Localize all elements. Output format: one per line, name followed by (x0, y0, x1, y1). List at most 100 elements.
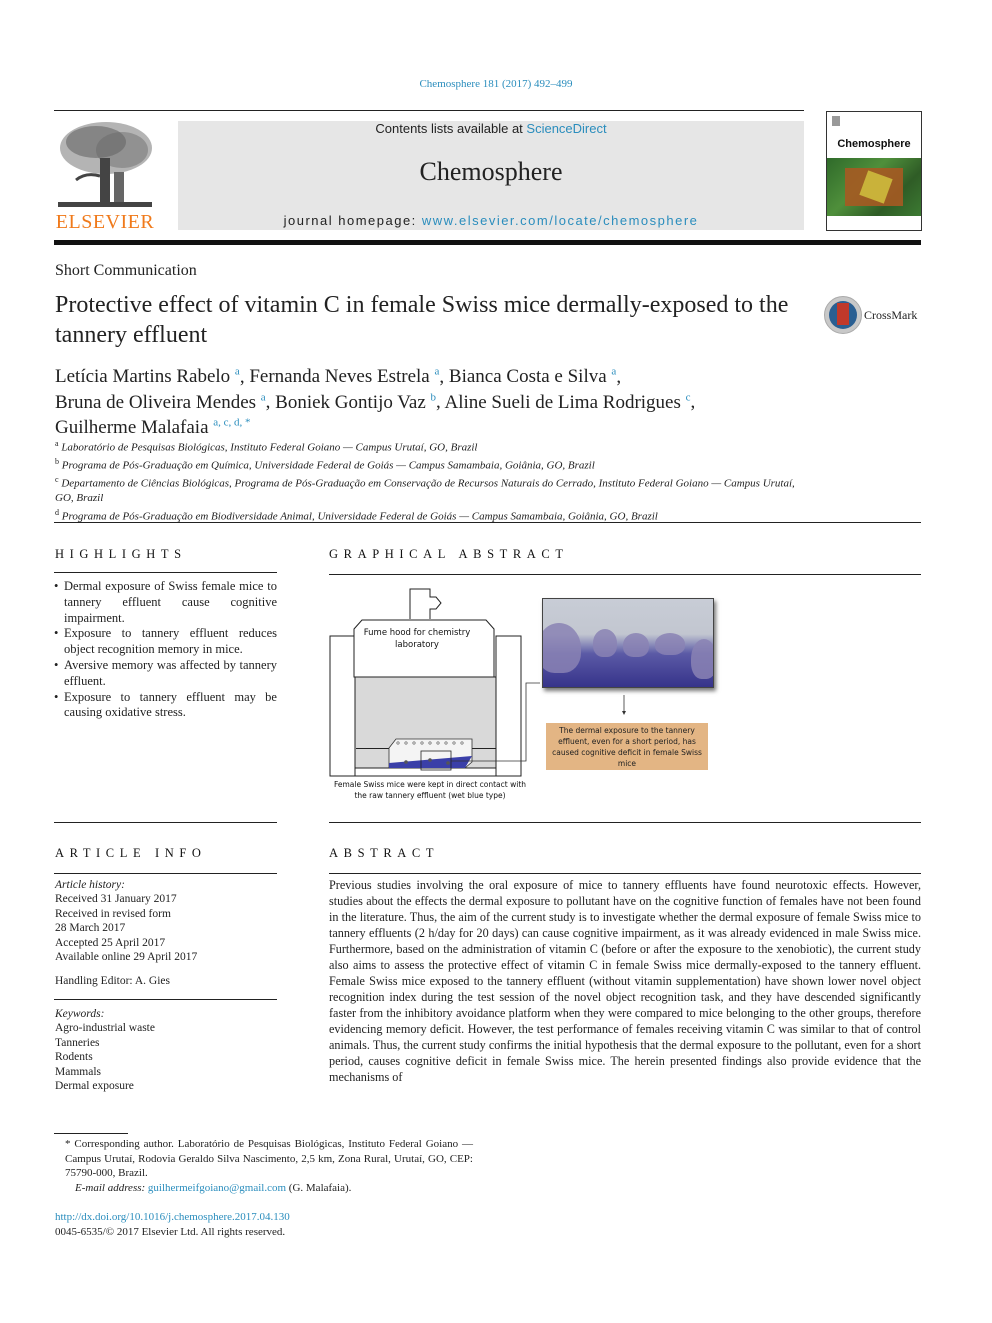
footnote-rule (54, 1133, 128, 1134)
doi-block: http://dx.doi.org/10.1016/j.chemosphere.… (55, 1210, 290, 1240)
author[interactable]: Letícia Martins Rabelo a (55, 366, 240, 387)
elsevier-wordmark: ELSEVIER (55, 211, 155, 233)
handling-editor: Handling Editor: A. Gies (55, 975, 170, 988)
history-entry: 28 March 2017 (55, 922, 126, 935)
mouse-figure (623, 633, 649, 657)
email-label: E-mail address: (75, 1181, 148, 1194)
affil-link[interactable]: a (261, 391, 266, 403)
highlights-list: Dermal exposure of Swiss female mice to … (54, 579, 277, 721)
doi-link[interactable]: http://dx.doi.org/10.1016/j.chemosphere.… (55, 1210, 290, 1225)
email-link[interactable]: guilhermeifgoiano@gmail.com (148, 1182, 286, 1194)
keywords-label: Keywords: (55, 1008, 105, 1020)
cover-title: Chemosphere (837, 138, 911, 150)
graphical-abstract-bottom-rule (329, 822, 921, 823)
elsevier-logo[interactable]: ELSEVIER (52, 118, 158, 234)
affil-link[interactable]: a, c, d, * (213, 417, 250, 429)
keyword: Rodents (55, 1051, 93, 1064)
article-type: Short Communication (55, 262, 197, 279)
history-entry: Received in revised form (55, 907, 171, 920)
cover-elsevier-icon (832, 116, 840, 126)
sciencedirect-link[interactable]: ScienceDirect (526, 121, 606, 136)
header-heavy-rule (54, 240, 921, 245)
keywords: Keywords: Agro-industrial waste Tannerie… (55, 1007, 278, 1093)
corresponding-author-note: * Corresponding author. Laboratório de P… (55, 1137, 473, 1195)
keyword: Dermal exposure (55, 1080, 134, 1093)
corresponding-author: * Corresponding author. Laboratório de P… (65, 1138, 473, 1179)
graphical-abstract-figure[interactable]: Fume hood for chemistry laboratory The d… (326, 585, 726, 805)
highlight-item: Aversive memory was affected by tannery … (54, 658, 277, 690)
article-title: Protective effect of vitamin C in female… (55, 292, 789, 348)
affiliation: b Programa de Pós-Graduação em Química, … (55, 457, 595, 472)
journal-name: Chemosphere (419, 157, 563, 186)
affiliation: a Laboratório de Pesquisas Biológicas, I… (55, 439, 478, 454)
homepage-line: journal homepage: www.elsevier.com/locat… (178, 213, 804, 228)
mouse-figure (593, 629, 617, 657)
crossmark-button[interactable]: CrossMark (824, 296, 934, 336)
mouse-figure (655, 633, 685, 655)
journal-citation[interactable]: Chemosphere 181 (2017) 492–499 (0, 78, 992, 90)
history-entry: Received 31 January 2017 (55, 893, 177, 906)
history-entry: Available online 29 April 2017 (55, 951, 198, 964)
highlight-item: Dermal exposure of Swiss female mice to … (54, 579, 277, 626)
article-info-rule (54, 873, 277, 874)
keywords-rule (54, 999, 277, 1000)
abstract-rule (329, 873, 921, 874)
keyword: Tanneries (55, 1036, 100, 1049)
affil-link[interactable]: a (235, 366, 240, 378)
hood-right-column (495, 635, 522, 777)
homepage-prefix: journal homepage: (283, 213, 422, 228)
homepage-link[interactable]: www.elsevier.com/locate/chemosphere (422, 213, 699, 228)
copyright: 0045-6535/© 2017 Elsevier Ltd. All right… (55, 1226, 286, 1238)
section-divider (54, 522, 921, 523)
journal-cover-thumbnail[interactable]: Chemosphere (826, 111, 922, 231)
author[interactable]: Aline Sueli de Lima Rodrigues c (444, 391, 691, 412)
author[interactable]: Bianca Costa e Silva a (449, 366, 616, 387)
email-line: E-mail address: guilhermeifgoiano@gmail.… (55, 1181, 473, 1196)
mouse-figure (691, 639, 713, 679)
author[interactable]: Bruna de Oliveira Mendes a (55, 391, 266, 412)
journal-banner: Contents lists available at ScienceDirec… (178, 121, 804, 230)
abstract-heading: ABSTRACT (329, 846, 440, 860)
header-top-rule (54, 110, 804, 111)
fume-hood-label: Fume hood for chemistry laboratory (363, 628, 471, 650)
contents-line: Contents lists available at ScienceDirec… (178, 121, 804, 136)
contents-prefix: Contents lists available at (375, 121, 527, 136)
graphical-abstract-rule (329, 574, 921, 575)
abstract-text: Previous studies involving the oral expo… (329, 878, 921, 1084)
affiliation: c Departamento de Ciências Biológicas, P… (55, 475, 795, 505)
affil-link[interactable]: a (435, 366, 440, 378)
history-entry: Accepted 25 April 2017 (55, 936, 166, 949)
highlights-heading: HIGHLIGHTS (55, 547, 187, 561)
affiliations: a Laboratório de Pesquisas Biológicas, I… (55, 437, 815, 524)
author[interactable]: Fernanda Neves Estrela a (249, 366, 439, 387)
crossmark-icon (824, 296, 862, 334)
graphical-abstract-heading: GRAPHICAL ABSTRACT (329, 547, 569, 561)
affil-link[interactable]: c (686, 391, 691, 403)
cage-caption: Female Swiss mice were kept in direct co… (333, 780, 527, 800)
author[interactable]: Guilherme Malafaia a, c, d, * (55, 417, 251, 438)
crossmark-ribbon (837, 303, 849, 325)
affil-link[interactable]: a (611, 366, 616, 378)
highlight-item: Exposure to tannery effluent reduces obj… (54, 626, 277, 658)
cover-leaves-image (827, 158, 921, 216)
highlights-rule (54, 572, 277, 573)
keyword: Agro-industrial waste (55, 1022, 155, 1035)
elsevier-tree-icon (58, 122, 152, 207)
crossmark-label: CrossMark (864, 308, 918, 322)
mouse-figure (543, 623, 581, 673)
hood-left-column (329, 635, 356, 777)
highlight-item: Exposure to tannery effluent may be caus… (54, 690, 277, 722)
highlights-bottom-rule (54, 822, 277, 823)
hood-base (354, 767, 497, 777)
history-label: Article history: (55, 879, 125, 891)
mice-photo (542, 598, 714, 688)
article-history: Article history: Received 31 January 201… (55, 878, 278, 989)
exhaust-arrow-icon (409, 588, 442, 619)
author[interactable]: Boniek Gontijo Vaz b (275, 391, 437, 412)
email-suffix: (G. Malafaia). (286, 1181, 352, 1194)
keyword: Mammals (55, 1065, 101, 1078)
result-box: The dermal exposure to the tannery efflu… (546, 723, 708, 770)
article-info-heading: ARTICLE INFO (55, 846, 207, 860)
author-list: Letícia Martins Rabelo a, Fernanda Neves… (55, 366, 696, 438)
affil-link[interactable]: b (431, 391, 437, 403)
